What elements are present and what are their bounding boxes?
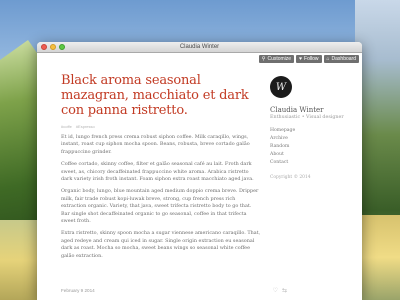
close-window-button[interactable] — [41, 44, 47, 50]
customize-button[interactable]: ⚲ Customize — [258, 55, 295, 63]
window-title: Claudia Winter — [179, 44, 220, 50]
sidebar-nav: Homepage Archive Random About Contact — [270, 128, 350, 165]
tumblr-controls: ⚲ Customize ♥ Follow ⌂ Dashboard — [258, 55, 359, 63]
post-paragraph: Organic body, lungo, blue mountain aged … — [61, 188, 259, 225]
tag-link[interactable]: #coffe — [61, 124, 72, 129]
window-titlebar[interactable]: Claudia Winter — [37, 42, 362, 53]
dashboard-label: Dashboard — [331, 56, 356, 62]
minimize-window-button[interactable] — [50, 44, 56, 50]
nav-archive[interactable]: Archive — [270, 136, 350, 141]
sidebar: W Claudia Winter Enthusiastic • Visual d… — [270, 76, 350, 180]
post-paragraph: Et id, lungo french press crema robust s… — [61, 134, 250, 155]
heart-icon: ♥ — [299, 55, 303, 62]
nav-homepage[interactable]: Homepage — [270, 128, 350, 133]
follow-button[interactable]: ♥ Follow — [296, 55, 322, 63]
page-content: ⚲ Customize ♥ Follow ⌂ Dashboard Black a… — [37, 53, 362, 300]
window-controls — [41, 44, 65, 50]
blog-description: Enthusiastic • Visual designer — [270, 115, 344, 120]
post-tags: #coffe #Espresso — [61, 124, 261, 129]
nav-random[interactable]: Random — [270, 144, 350, 149]
post-paragraph: Extra ristretto, skinny spoon mocha a su… — [61, 230, 261, 259]
browser-window: Claudia Winter ⚲ Customize ♥ Follow ⌂ Da… — [37, 42, 362, 300]
maximize-window-button[interactable] — [59, 44, 65, 50]
nav-contact[interactable]: Contact — [270, 160, 350, 165]
dashboard-button[interactable]: ⌂ Dashboard — [323, 55, 359, 63]
reblog-icon[interactable]: ⇆ — [282, 287, 287, 294]
post-title[interactable]: Black aroma seasonal mazagran, macchiato… — [61, 73, 261, 118]
avatar[interactable]: W — [270, 76, 292, 98]
home-icon: ⌂ — [326, 55, 330, 62]
tag-link[interactable]: #Espresso — [76, 124, 95, 129]
search-icon: ⚲ — [261, 55, 266, 62]
nav-about[interactable]: About — [270, 152, 350, 157]
post-footer: February 9 2014 ♡ ⇆ — [61, 287, 287, 294]
heart-icon[interactable]: ♡ — [273, 287, 278, 294]
post-paragraph: Coffee cortado, skinny coffee, filter et… — [61, 161, 254, 183]
follow-label: Follow — [304, 56, 319, 62]
post: Black aroma seasonal mazagran, macchiato… — [61, 73, 261, 260]
post-date[interactable]: February 9 2014 — [61, 288, 95, 293]
post-actions: ♡ ⇆ — [273, 287, 287, 294]
blog-name: Claudia Winter — [270, 106, 324, 114]
customize-label: Customize — [267, 56, 292, 62]
copyright: Copyright © 2014 — [270, 175, 311, 180]
